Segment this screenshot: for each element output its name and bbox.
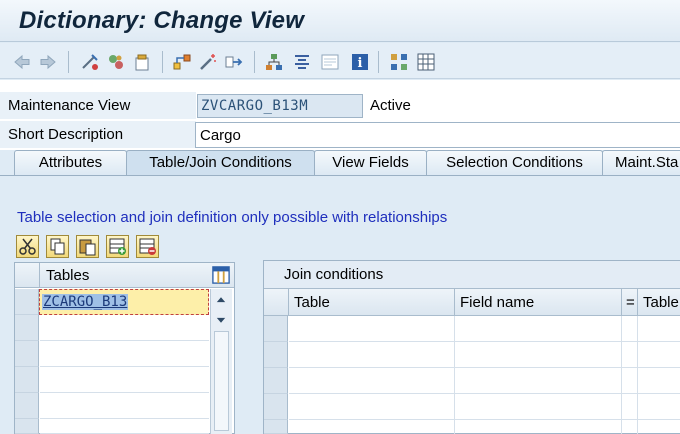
toolbar-separator xyxy=(254,51,255,73)
join-conditions-title: Join conditions xyxy=(284,266,384,283)
table-cell[interactable] xyxy=(40,419,209,434)
row-selector[interactable] xyxy=(264,394,288,420)
join-column-header[interactable]: Field name xyxy=(454,289,621,316)
copy-button[interactable] xyxy=(46,235,69,258)
other-object-icon[interactable] xyxy=(80,52,100,72)
tab-maint-status[interactable]: Maint.Sta xyxy=(602,150,680,176)
scroll-up-icon[interactable] xyxy=(214,293,228,307)
toolbar-separator xyxy=(378,51,379,73)
delete-row-button[interactable] xyxy=(136,235,159,258)
application-toolbar: i xyxy=(0,43,680,79)
tab-table-join-conditions[interactable]: Table/Join Conditions xyxy=(126,150,315,176)
tab-view-fields[interactable]: View Fields xyxy=(314,150,427,176)
table-cell[interactable] xyxy=(40,341,209,367)
tab-label: View Fields xyxy=(332,154,409,171)
window-title: Dictionary: Change View xyxy=(19,7,305,34)
status-text: Active xyxy=(370,97,411,114)
table-cell[interactable] xyxy=(40,315,209,341)
row-selector[interactable] xyxy=(264,316,288,342)
paste-icon xyxy=(79,239,96,256)
column-label: Tables xyxy=(46,267,90,284)
row-selector[interactable] xyxy=(15,341,39,367)
row-selector[interactable] xyxy=(15,367,39,393)
row-selector[interactable] xyxy=(264,420,288,434)
insert-row-button[interactable] xyxy=(106,235,129,258)
tables-scrollbar[interactable] xyxy=(210,289,232,434)
table-cell[interactable] xyxy=(40,393,209,419)
tab-selection-conditions[interactable]: Selection Conditions xyxy=(426,150,603,176)
table-cell[interactable]: ZCARGO_B13 xyxy=(39,289,209,315)
cut-icon xyxy=(19,238,36,255)
join-column-header[interactable]: Table xyxy=(288,289,454,316)
paste-button[interactable] xyxy=(76,235,99,258)
tab-label: Maint.Sta xyxy=(615,154,679,171)
table-cell[interactable] xyxy=(40,367,209,393)
join-column-header[interactable]: Table xyxy=(637,289,680,316)
navigate-icon[interactable] xyxy=(224,52,244,72)
column-divider xyxy=(621,316,622,434)
tables-column-header[interactable]: Tables xyxy=(39,263,208,288)
join-conditions-title-bar: Join conditions xyxy=(264,261,680,289)
column-label: Table xyxy=(294,294,330,311)
short-description-label: Short Description xyxy=(0,121,196,149)
svg-text:i: i xyxy=(358,56,363,71)
toolbar-separator xyxy=(68,51,69,73)
toolbar-separator xyxy=(162,51,163,73)
hierarchy-icon[interactable] xyxy=(264,52,284,72)
copy-icon xyxy=(50,238,65,255)
info-icon[interactable]: i xyxy=(350,52,370,72)
join-column-header[interactable]: = xyxy=(621,289,637,316)
column-label: Field name xyxy=(460,294,535,311)
back-icon[interactable] xyxy=(12,52,32,72)
layout-icon[interactable] xyxy=(292,52,312,72)
grid-corner xyxy=(15,263,39,288)
grid-icon[interactable] xyxy=(389,52,409,72)
row-selector[interactable] xyxy=(15,393,39,419)
tab-attributes[interactable]: Attributes xyxy=(14,150,127,176)
row-selector[interactable] xyxy=(264,342,288,368)
insert-row-icon xyxy=(109,238,126,255)
scroll-down-icon[interactable] xyxy=(214,313,228,327)
table-icon[interactable] xyxy=(416,52,436,72)
cut-button[interactable] xyxy=(16,235,39,258)
activate-icon[interactable] xyxy=(132,52,152,72)
column-label: = xyxy=(626,294,635,311)
maintenance-view-field[interactable]: ZVCARGO_B13M xyxy=(197,94,363,118)
column-divider xyxy=(637,316,638,434)
column-layout-icon xyxy=(212,266,230,284)
tab-label: Selection Conditions xyxy=(446,154,583,171)
delete-row-icon xyxy=(139,238,156,255)
row-selector[interactable] xyxy=(15,289,39,315)
row-selector[interactable] xyxy=(264,368,288,394)
forward-icon[interactable] xyxy=(38,52,58,72)
display-icon[interactable] xyxy=(320,52,340,72)
tab-label: Table/Join Conditions xyxy=(149,154,292,171)
table-name-value: ZCARGO_B13 xyxy=(42,294,129,310)
maintenance-view-label: Maintenance View xyxy=(0,92,196,120)
scroll-track[interactable] xyxy=(214,331,229,431)
row-selector[interactable] xyxy=(15,419,39,434)
grid-corner xyxy=(264,289,288,316)
column-label: Table xyxy=(643,294,679,311)
tab-label: Attributes xyxy=(38,154,103,171)
column-divider xyxy=(454,316,455,434)
column-config-button[interactable] xyxy=(208,263,234,288)
display-change-icon[interactable] xyxy=(106,52,126,72)
tab-strip: Attributes Table/Join Conditions View Fi… xyxy=(0,150,680,176)
where-used-icon[interactable] xyxy=(172,52,192,72)
row-selector[interactable] xyxy=(15,315,39,341)
magic-wand-icon[interactable] xyxy=(198,52,218,72)
title-bar: Dictionary: Change View xyxy=(0,0,680,42)
info-message: Table selection and join definition only… xyxy=(17,209,448,226)
short-description-field[interactable]: Cargo xyxy=(195,122,680,148)
